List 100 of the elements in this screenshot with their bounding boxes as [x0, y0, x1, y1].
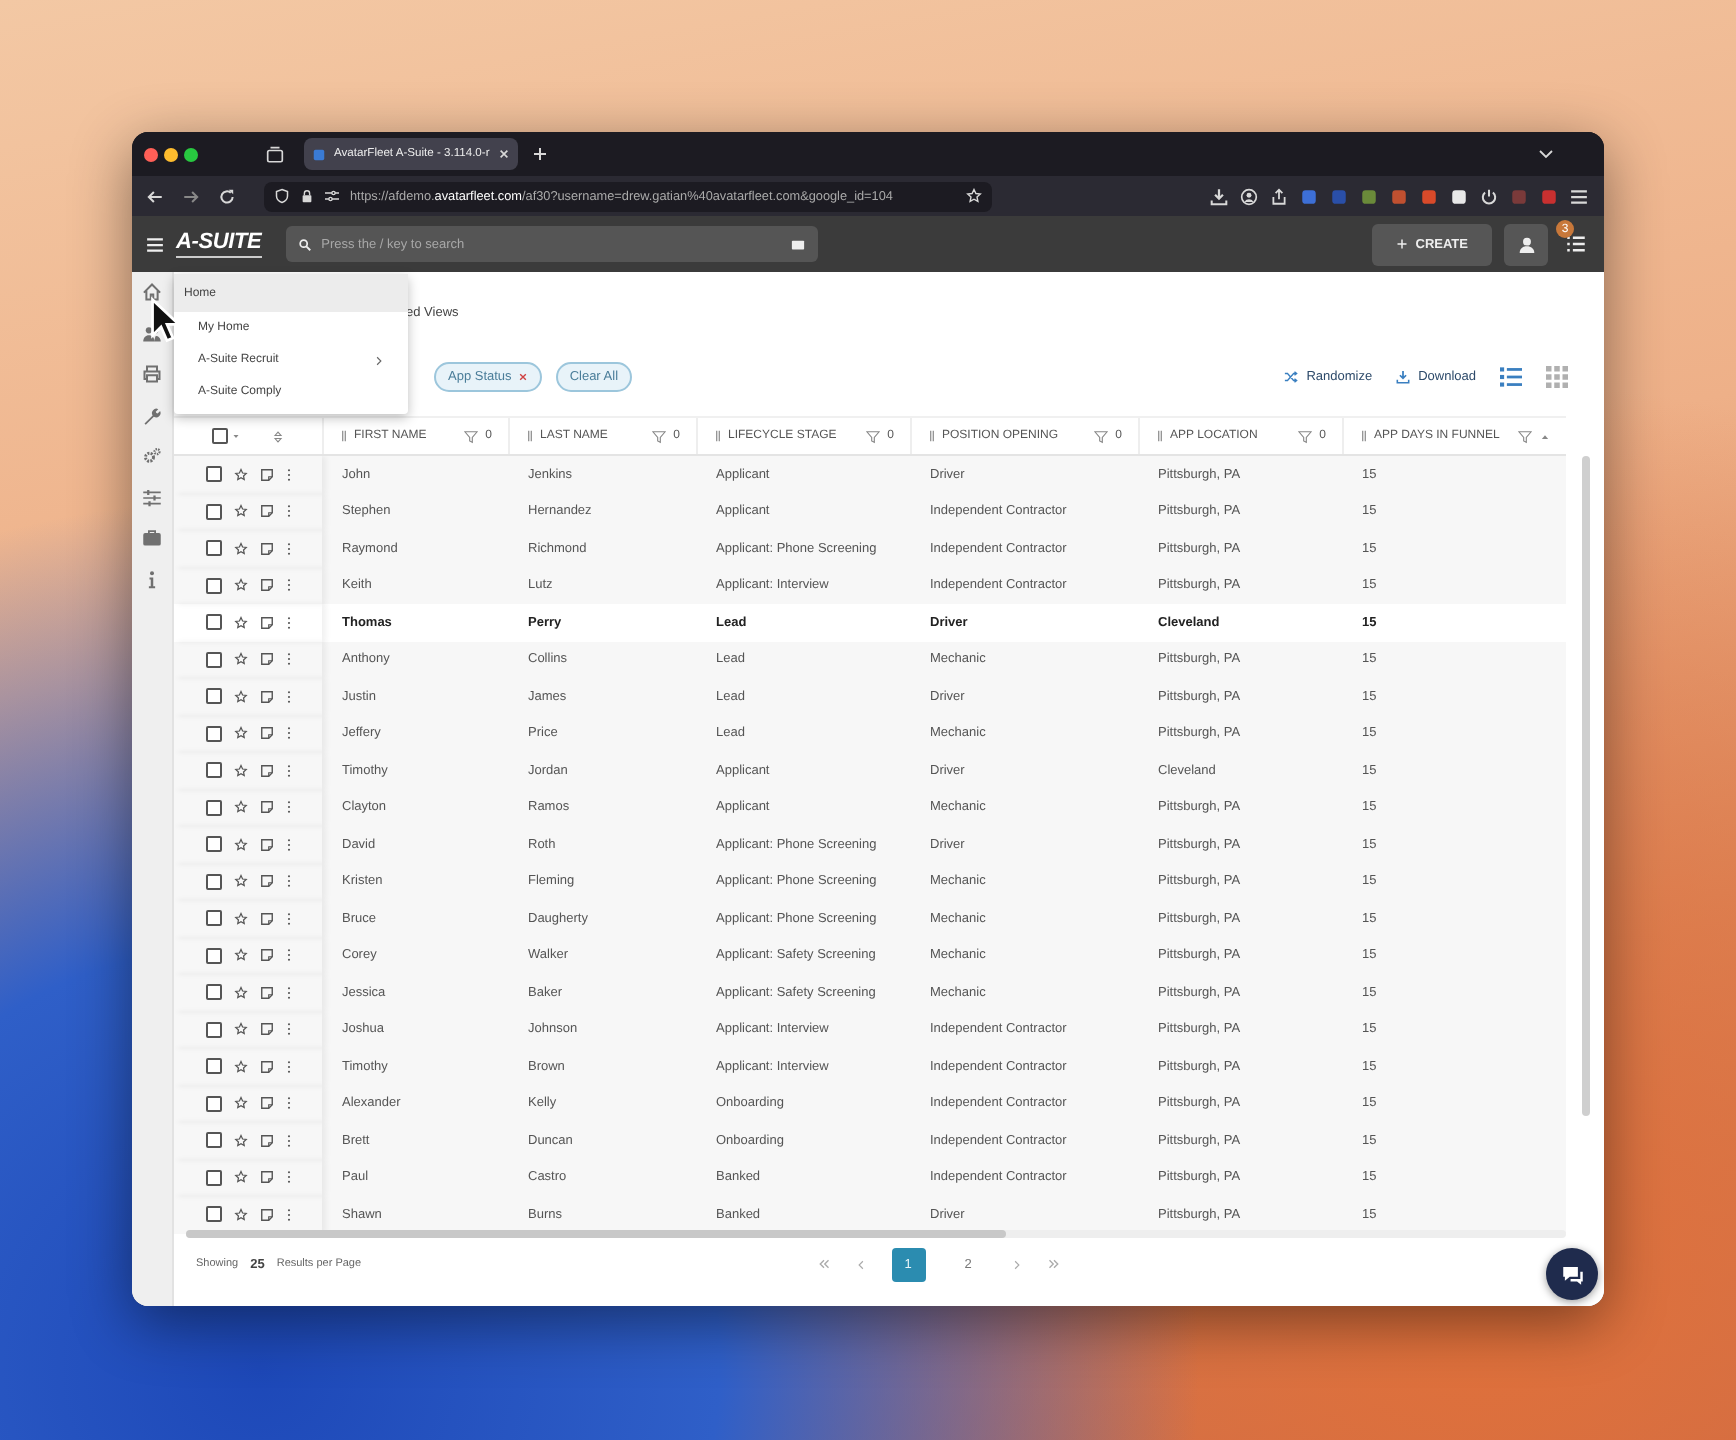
menu-icon[interactable] — [1570, 187, 1588, 205]
horizontal-scrollbar[interactable] — [186, 1230, 1566, 1238]
note-icon[interactable] — [259, 1170, 273, 1185]
note-icon[interactable] — [259, 800, 273, 815]
gears-icon[interactable] — [142, 446, 162, 466]
wrench-icon[interactable] — [142, 405, 162, 425]
drag-handle-icon[interactable] — [526, 430, 534, 442]
note-icon[interactable] — [259, 467, 273, 482]
row-checkbox[interactable] — [205, 1169, 221, 1186]
window-minimize-button[interactable] — [164, 147, 178, 161]
note-icon[interactable] — [259, 1022, 273, 1037]
menu-icon[interactable] — [146, 235, 164, 253]
star-icon[interactable] — [233, 1059, 247, 1074]
note-icon[interactable] — [259, 1133, 273, 1148]
star-icon[interactable] — [233, 800, 247, 815]
row-checkbox[interactable] — [205, 836, 221, 853]
sliders-icon[interactable] — [142, 487, 162, 507]
star-icon[interactable] — [233, 504, 247, 519]
star-icon[interactable] — [233, 726, 247, 741]
star-icon[interactable] — [233, 948, 247, 963]
briefcase-icon[interactable] — [142, 528, 162, 548]
account-icon[interactable] — [1240, 187, 1258, 205]
note-icon[interactable] — [259, 1059, 273, 1074]
row-checkbox[interactable] — [205, 984, 221, 1001]
filter-icon[interactable] — [463, 429, 478, 443]
filter-icon[interactable] — [865, 429, 880, 443]
sort-icon[interactable] — [272, 429, 284, 443]
note-icon[interactable] — [259, 541, 273, 556]
download-icon[interactable] — [1210, 187, 1228, 205]
share-icon[interactable] — [1270, 187, 1288, 205]
star-icon[interactable] — [233, 1170, 247, 1185]
row-checkbox[interactable] — [205, 1021, 221, 1038]
note-icon[interactable] — [259, 763, 273, 778]
drag-handle-icon[interactable] — [1156, 430, 1164, 442]
note-icon[interactable] — [259, 689, 273, 704]
note-icon[interactable] — [259, 874, 273, 889]
star-icon[interactable] — [233, 763, 247, 778]
row-checkbox[interactable] — [205, 651, 221, 668]
note-icon[interactable] — [259, 1207, 273, 1222]
row-checkbox[interactable] — [205, 799, 221, 816]
row-checkbox[interactable] — [205, 947, 221, 964]
star-icon[interactable] — [233, 652, 247, 667]
star-icon[interactable] — [233, 1022, 247, 1037]
note-icon[interactable] — [259, 948, 273, 963]
row-checkbox[interactable] — [205, 688, 221, 705]
star-icon[interactable] — [233, 874, 247, 889]
power-icon[interactable] — [1480, 187, 1498, 205]
row-checkbox[interactable] — [205, 1058, 221, 1075]
vertical-scrollbar[interactable] — [1582, 456, 1590, 1116]
list-view-icon[interactable] — [1500, 366, 1522, 388]
note-icon[interactable] — [259, 837, 273, 852]
drag-handle-icon[interactable] — [714, 430, 722, 442]
window-close-button[interactable] — [144, 147, 158, 161]
star-icon[interactable] — [233, 837, 247, 852]
row-checkbox[interactable] — [205, 873, 221, 890]
new-tab-icon[interactable] — [532, 146, 548, 162]
chevron-down-icon[interactable] — [1538, 146, 1554, 162]
keyboard-icon[interactable] — [789, 237, 806, 251]
star-icon[interactable] — [233, 1133, 247, 1148]
row-checkbox[interactable] — [205, 1206, 221, 1223]
tab-overview-icon[interactable] — [266, 145, 284, 163]
note-icon[interactable] — [259, 652, 273, 667]
filter-icon[interactable] — [651, 429, 666, 443]
task-list-icon[interactable] — [1566, 234, 1586, 254]
note-icon[interactable] — [259, 615, 273, 630]
row-checkbox[interactable] — [205, 762, 221, 779]
back-icon[interactable] — [146, 187, 164, 205]
row-checkbox[interactable] — [205, 503, 221, 520]
caret-down-icon[interactable] — [232, 432, 240, 440]
note-icon[interactable] — [259, 726, 273, 741]
home-icon[interactable] — [142, 282, 162, 302]
forward-icon[interactable] — [182, 187, 200, 205]
user-button[interactable] — [1504, 223, 1548, 265]
row-checkbox[interactable] — [205, 540, 221, 557]
row-checkbox[interactable] — [205, 725, 221, 742]
filter-icon[interactable] — [1093, 429, 1108, 443]
reload-icon[interactable] — [218, 187, 236, 205]
note-icon[interactable] — [259, 504, 273, 519]
row-checkbox[interactable] — [205, 577, 221, 594]
note-icon[interactable] — [259, 578, 273, 593]
star-icon[interactable] — [233, 985, 247, 1000]
star-icon[interactable] — [233, 578, 247, 593]
filter-icon[interactable] — [1518, 429, 1532, 443]
row-checkbox[interactable] — [205, 1132, 221, 1149]
note-icon[interactable] — [259, 985, 273, 1000]
star-icon[interactable] — [233, 911, 247, 926]
star-icon[interactable] — [233, 1207, 247, 1222]
row-checkbox[interactable] — [205, 910, 221, 927]
row-checkbox[interactable] — [205, 614, 221, 631]
note-icon[interactable] — [259, 911, 273, 926]
star-icon[interactable] — [233, 1096, 247, 1111]
note-icon[interactable] — [259, 1096, 273, 1111]
select-all-checkbox[interactable] — [212, 428, 228, 444]
row-checkbox[interactable] — [205, 1095, 221, 1112]
filter-icon[interactable] — [1297, 429, 1312, 443]
row-checkbox[interactable] — [205, 466, 221, 483]
drag-handle-icon[interactable] — [1360, 430, 1368, 442]
window-zoom-button[interactable] — [184, 147, 198, 161]
printer-icon[interactable] — [142, 364, 162, 384]
drag-handle-icon[interactable] — [340, 430, 348, 442]
